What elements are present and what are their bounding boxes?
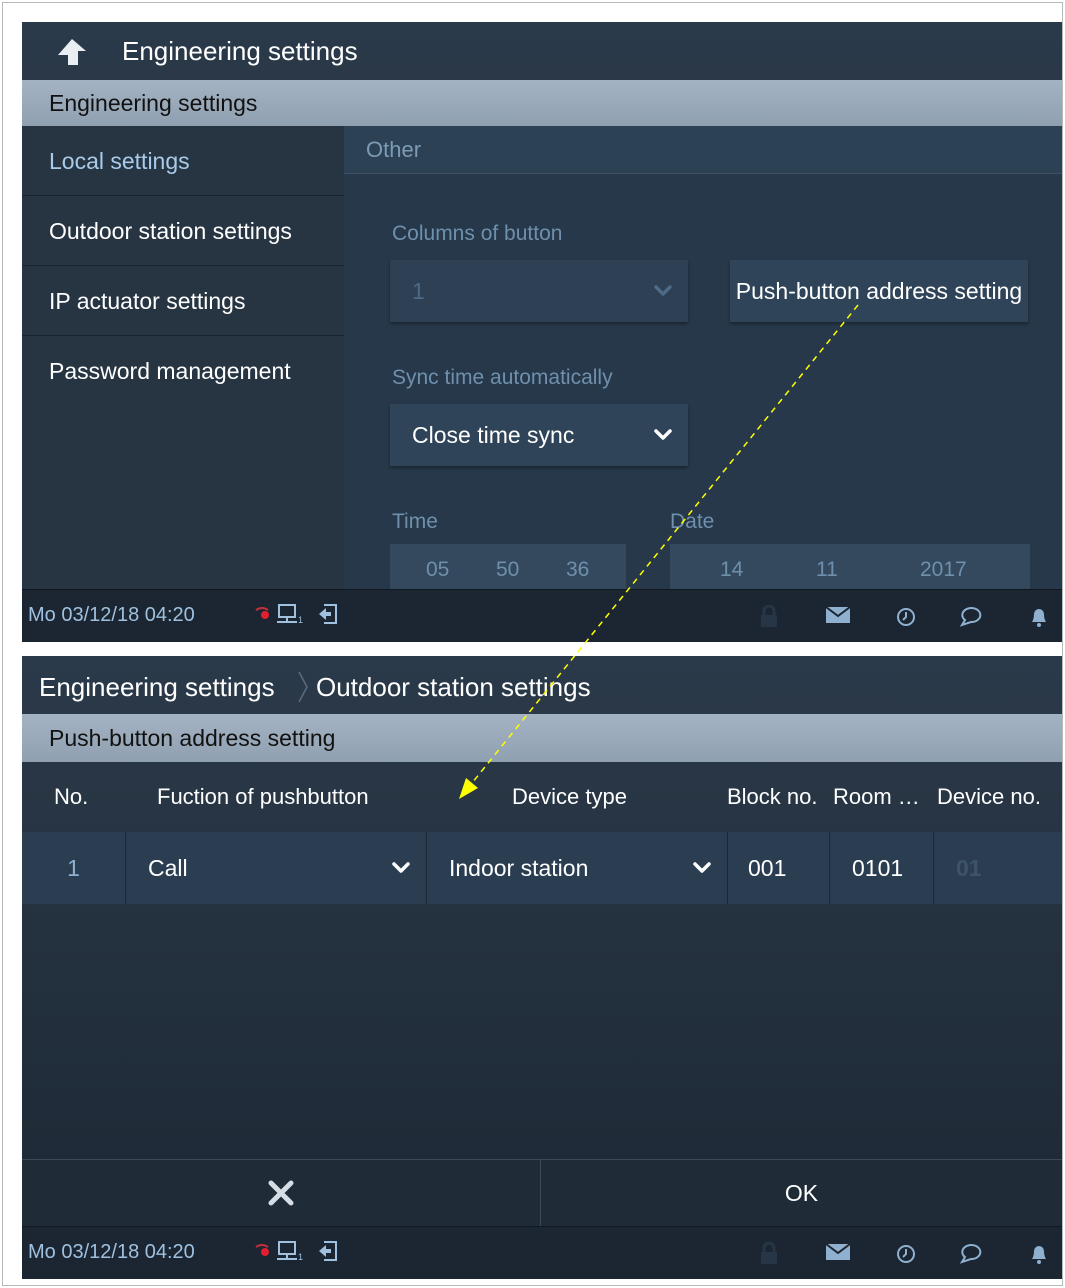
back-button[interactable]	[54, 35, 90, 69]
sync-time-label: Sync time automatically	[392, 366, 613, 389]
columns-of-button-label: Columns of button	[392, 222, 563, 245]
table-header: No. Fuction of pushbutton Device type Bl…	[22, 762, 1062, 832]
chat-icon[interactable]	[958, 605, 984, 629]
column-header-block-no: Block no.	[727, 784, 818, 809]
column-header-no: No.	[54, 784, 89, 809]
network-icon: 1	[277, 604, 303, 625]
time-hour: 05	[426, 558, 450, 581]
bell-icon[interactable]	[1028, 605, 1050, 629]
device-type-value: Indoor station	[449, 854, 589, 881]
sidebar: Local settings Outdoor station settings …	[22, 126, 344, 590]
svg-text:1: 1	[298, 1252, 303, 1262]
time-second: 36	[566, 558, 590, 581]
sidebar-item-local-settings[interactable]: Local settings	[22, 126, 344, 196]
engineering-settings-screen: Engineering settings Engineering setting…	[22, 22, 1062, 642]
sidebar-item-outdoor-station-settings[interactable]: Outdoor station settings	[22, 196, 344, 266]
status-datetime: Mo 03/12/18 04:20	[28, 1241, 195, 1263]
section-other-header: Other	[344, 126, 1062, 174]
push-button-address-setting-button[interactable]: Push-button address setting	[730, 260, 1028, 322]
chevron-down-icon	[654, 285, 672, 296]
column-header-room: Room …	[833, 784, 920, 809]
chat-icon[interactable]	[958, 1242, 984, 1266]
call-missed-icon	[255, 607, 269, 619]
door-exit-icon	[319, 1241, 337, 1261]
device-no-input[interactable]: 01	[934, 832, 1062, 904]
breadcrumb-engineering-settings[interactable]: Engineering settings	[39, 672, 275, 703]
lock-icon[interactable]	[758, 605, 780, 629]
push-button-address-screen: Engineering settings Outdoor station set…	[22, 656, 1062, 1279]
sync-time-value: Close time sync	[412, 421, 575, 448]
function-dropdown[interactable]: Call	[126, 832, 427, 904]
svg-text:1: 1	[298, 615, 303, 625]
door-exit-icon	[319, 604, 337, 624]
settings-content: Other Columns of button 1 Push-button ad…	[344, 126, 1062, 590]
breadcrumb: Engineering settings Outdoor station set…	[22, 656, 1062, 714]
date-field: 14 11 2017	[670, 544, 1030, 590]
columns-of-button-value: 1	[412, 277, 425, 304]
network-icon: 1	[277, 1241, 303, 1262]
call-missed-icon	[255, 1244, 269, 1256]
status-datetime: Mo 03/12/18 04:20	[28, 604, 195, 626]
date-day: 14	[720, 558, 744, 581]
chevron-down-icon	[693, 862, 711, 873]
close-icon	[268, 1180, 294, 1206]
section-header: Push-button address setting	[22, 714, 1062, 762]
title-bar: Engineering settings	[22, 22, 1062, 80]
footer-bar: OK	[22, 1159, 1062, 1226]
back-arrow-icon	[58, 39, 86, 65]
sync-time-dropdown[interactable]: Close time sync	[390, 404, 688, 466]
block-no-input[interactable]: 001	[728, 832, 830, 904]
sidebar-item-password-management[interactable]: Password management	[22, 336, 344, 406]
section-header: Engineering settings	[22, 80, 1062, 126]
page-title: Engineering settings	[122, 36, 358, 66]
time-field: 05 50 36	[390, 544, 626, 590]
ok-button[interactable]: OK	[541, 1160, 1062, 1226]
date-year: 2017	[920, 558, 967, 581]
date-label: Date	[670, 510, 715, 533]
status-bar: Mo 03/12/18 04:20 1	[22, 589, 1062, 642]
breadcrumb-separator-icon	[298, 671, 308, 703]
device-type-dropdown[interactable]: Indoor station	[427, 832, 728, 904]
time-label: Time	[392, 510, 438, 533]
bell-icon[interactable]	[1028, 1242, 1050, 1266]
history-icon[interactable]	[894, 605, 918, 629]
table-row: 1 Call Indoor station 001 0101 01	[22, 832, 1062, 904]
mail-icon[interactable]	[825, 605, 851, 625]
sidebar-item-ip-actuator-settings[interactable]: IP actuator settings	[22, 266, 344, 336]
mail-icon[interactable]	[825, 1242, 851, 1262]
columns-of-button-dropdown: 1	[390, 260, 688, 322]
function-value: Call	[148, 854, 188, 881]
column-header-function: Fuction of pushbutton	[157, 784, 369, 809]
breadcrumb-outdoor-station-settings[interactable]: Outdoor station settings	[316, 672, 591, 703]
time-minute: 50	[496, 558, 520, 581]
chevron-down-icon	[392, 862, 410, 873]
chevron-down-icon	[654, 429, 672, 440]
cancel-button[interactable]	[22, 1160, 541, 1226]
history-icon[interactable]	[894, 1242, 918, 1266]
cell-no: 1	[22, 832, 126, 904]
status-bar: Mo 03/12/18 04:20 1	[22, 1226, 1062, 1279]
room-no-input[interactable]: 0101	[830, 832, 934, 904]
date-month: 11	[816, 558, 838, 581]
column-header-device-no: Device no.	[937, 784, 1041, 809]
column-header-device-type: Device type	[512, 784, 627, 809]
lock-icon[interactable]	[758, 1242, 780, 1266]
